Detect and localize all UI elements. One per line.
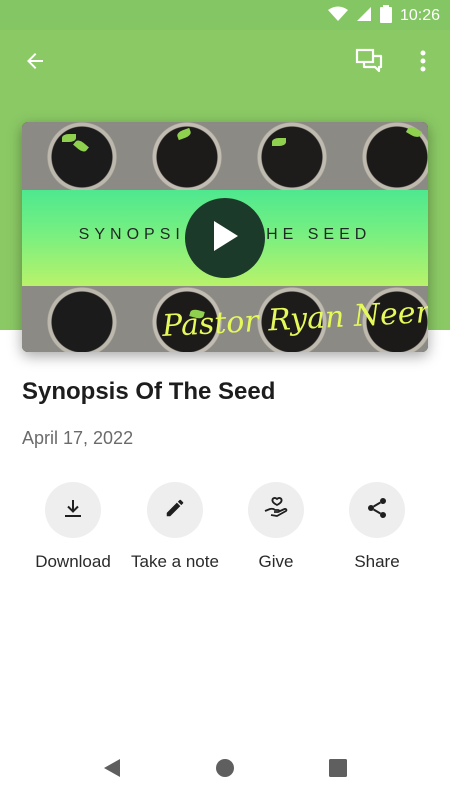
give-button[interactable]: Give [226, 482, 326, 572]
share-button-circle [349, 482, 405, 538]
play-icon [210, 219, 240, 257]
download-label: Download [35, 552, 111, 571]
comments-button[interactable] [354, 48, 384, 78]
share-label: Share [354, 552, 400, 571]
triangle-back-icon [103, 758, 121, 782]
give-label: Give [258, 552, 294, 571]
more-vertical-icon [420, 50, 426, 76]
sermon-thumbnail[interactable]: SYNOPSIS OF THE SEED Pastor Ryan Neer [22, 122, 428, 352]
nav-back-button[interactable] [102, 758, 122, 782]
take-note-label: Take a note [131, 552, 219, 571]
play-button[interactable] [185, 198, 265, 278]
share-icon [365, 496, 389, 524]
nav-home-button[interactable] [215, 758, 235, 782]
sermon-title: Synopsis Of The Seed [22, 378, 276, 405]
action-row: Download Take a note Give Share [0, 482, 450, 582]
circle-home-icon [215, 758, 235, 782]
give-hand-heart-icon [263, 496, 289, 524]
give-button-circle [248, 482, 304, 538]
more-options-button[interactable] [408, 48, 438, 78]
status-icons: 10:26 [327, 5, 440, 27]
sermon-date: April 17, 2022 [22, 428, 134, 448]
chat-bubbles-icon [355, 48, 383, 78]
square-recents-icon [329, 759, 347, 781]
status-time: 10:26 [399, 7, 440, 24]
download-button-circle [45, 482, 101, 538]
share-button[interactable]: Share [327, 482, 427, 572]
back-button[interactable] [20, 48, 50, 78]
download-button[interactable]: Download [23, 482, 123, 572]
download-icon [62, 497, 84, 523]
back-arrow-icon [23, 49, 47, 77]
status-bar: 10:26 [0, 0, 450, 30]
take-note-button[interactable]: Take a note [125, 482, 225, 572]
pencil-icon [164, 497, 186, 523]
seedling-leaf [62, 134, 76, 142]
seedling-leaf [272, 138, 286, 146]
system-navigation-bar [0, 740, 450, 800]
take-note-button-circle [147, 482, 203, 538]
wifi-icon [327, 6, 348, 26]
cellular-signal-icon [356, 6, 372, 26]
nav-recents-button[interactable] [328, 759, 348, 781]
battery-icon [379, 5, 392, 27]
